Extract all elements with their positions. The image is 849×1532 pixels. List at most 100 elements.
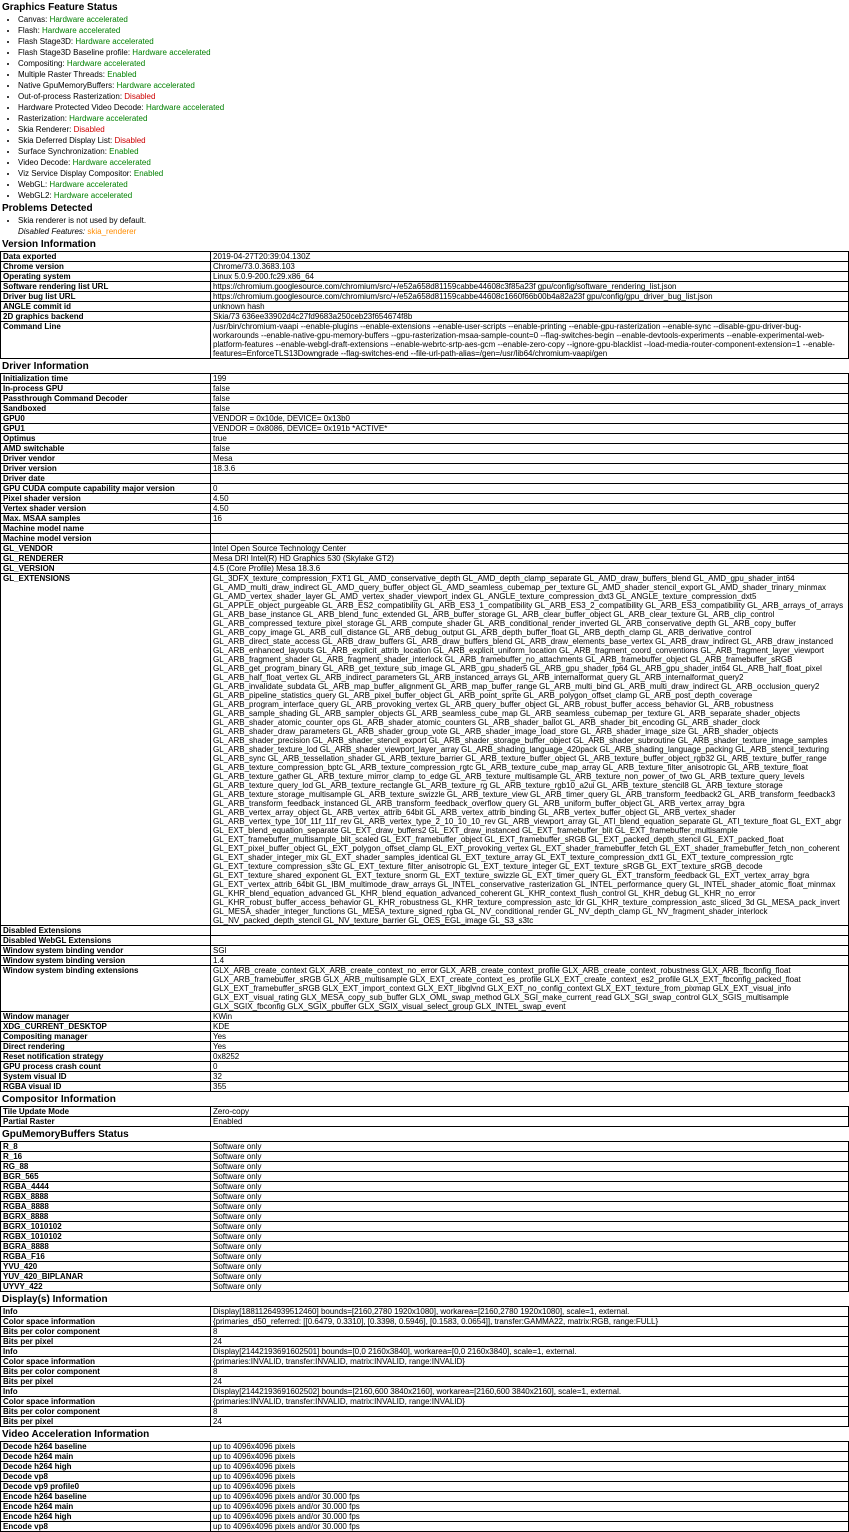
row-key: BGRX_1010102 (1, 1222, 211, 1232)
table-row: R_16Software only (1, 1152, 849, 1162)
row-value: Skia/73 636ee33902d4c27fd9683a250ceb23f6… (211, 312, 849, 322)
table-row: Operating systemLinux 5.0.9-200.fc29.x86… (1, 272, 849, 282)
table-row: In-process GPUfalse (1, 384, 849, 394)
section-graphics-feature-status: Graphics Feature Status (2, 2, 849, 13)
section-gpumemorybuffers-status: GpuMemoryBuffers Status (2, 1129, 849, 1140)
feature-value: Disabled (124, 92, 155, 101)
row-value: https://chromium.googlesource.com/chromi… (211, 292, 849, 302)
row-key: Color space information (1, 1317, 211, 1327)
table-row: Disabled Extensions (1, 926, 849, 936)
feature-item: WebGL: Hardware accelerated (18, 179, 849, 190)
table-row: Passthrough Command Decoderfalse (1, 394, 849, 404)
row-key: RGBA_F16 (1, 1252, 211, 1262)
row-key: Decode vp9 profile0 (1, 1482, 211, 1492)
row-key: BGRX_8888 (1, 1212, 211, 1222)
table-row: RGBA_F16Software only (1, 1252, 849, 1262)
table-row: Direct renderingYes (1, 1042, 849, 1052)
row-value: https://chromium.googlesource.com/chromi… (211, 282, 849, 292)
row-value: 24 (211, 1377, 849, 1387)
row-value: false (211, 404, 849, 414)
table-row: Encode h264 baselineup to 4096x4096 pixe… (1, 1492, 849, 1502)
row-key: Color space information (1, 1397, 211, 1407)
row-value: Software only (211, 1242, 849, 1252)
table-row: Pixel shader version4.50 (1, 494, 849, 504)
table-row: Decode h264 baselineup to 4096x4096 pixe… (1, 1442, 849, 1452)
table-row: Color space information{primaries:INVALI… (1, 1357, 849, 1367)
row-value: false (211, 384, 849, 394)
table-row: ANGLE commit idunknown hash (1, 302, 849, 312)
section-version-information: Version Information (2, 239, 849, 250)
row-value (211, 534, 849, 544)
feature-item: Canvas: Hardware accelerated (18, 14, 849, 25)
feature-value: Hardware accelerated (132, 48, 210, 57)
table-row: Chrome versionChrome/73.0.3683.103 (1, 262, 849, 272)
row-key: Partial Raster (1, 1117, 211, 1127)
row-key: Bits per pixel (1, 1377, 211, 1387)
feature-label: Canvas: (18, 15, 50, 24)
table-row: RGBX_8888Software only (1, 1192, 849, 1202)
table-row: BGRX_8888Software only (1, 1212, 849, 1222)
table-row: Machine model version (1, 534, 849, 544)
table-row: Decode vp8up to 4096x4096 pixels (1, 1472, 849, 1482)
row-value: GLX_ARB_create_context GLX_ARB_create_co… (211, 966, 849, 1012)
row-key: GPU CUDA compute capability major versio… (1, 484, 211, 494)
row-key: Decode h264 high (1, 1462, 211, 1472)
row-value: Display[21442193691602501] bounds=[0,0 2… (211, 1347, 849, 1357)
feature-item: Skia Deferred Display List: Disabled (18, 135, 849, 146)
table-row: InfoDisplay[21442193691602502] bounds=[2… (1, 1387, 849, 1397)
row-key: Command Line (1, 322, 211, 359)
feature-item: Compositing: Hardware accelerated (18, 58, 849, 69)
row-key: Window system binding version (1, 956, 211, 966)
table-row: Bits per pixel24 (1, 1377, 849, 1387)
row-value: up to 4096x4096 pixels (211, 1462, 849, 1472)
row-key: GL_VENDOR (1, 544, 211, 554)
table-row: Bits per color component8 (1, 1327, 849, 1337)
row-key: Disabled WebGL Extensions (1, 936, 211, 946)
table-row: BGR_565Software only (1, 1172, 849, 1182)
table-row: Driver version18.3.6 (1, 464, 849, 474)
section-problems-detected: Problems Detected (2, 203, 849, 214)
row-key: Operating system (1, 272, 211, 282)
table-row: Bits per color component8 (1, 1367, 849, 1377)
row-key: Decode h264 main (1, 1452, 211, 1462)
row-key: RG_88 (1, 1162, 211, 1172)
feature-item: Rasterization: Hardware accelerated (18, 113, 849, 124)
row-key: Vertex shader version (1, 504, 211, 514)
row-value: {primaries:INVALID, transfer:INVALID, ma… (211, 1357, 849, 1367)
row-value: 1.4 (211, 956, 849, 966)
table-row: Encode h264 mainup to 4096x4096 pixels a… (1, 1502, 849, 1512)
problem-item: Skia renderer is not used by default.Dis… (18, 215, 849, 237)
table-row: Bits per pixel24 (1, 1337, 849, 1347)
table-row: Sandboxedfalse (1, 404, 849, 414)
row-key: XDG_CURRENT_DESKTOP (1, 1022, 211, 1032)
row-key: R_16 (1, 1152, 211, 1162)
table-row: GL_EXTENSIONSGL_3DFX_texture_compression… (1, 574, 849, 926)
feature-item: Surface Synchronization: Enabled (18, 146, 849, 157)
table-row: GPU process crash count0 (1, 1062, 849, 1072)
table-row: GL_RENDERERMesa DRI Intel(R) HD Graphics… (1, 554, 849, 564)
table-row: Window managerKWin (1, 1012, 849, 1022)
feature-value: Disabled (114, 136, 145, 145)
table-row: Reset notification strategy0x8252 (1, 1052, 849, 1062)
row-value: 2019-04-27T20:39:04.130Z (211, 252, 849, 262)
table-row: Data exported2019-04-27T20:39:04.130Z (1, 252, 849, 262)
table-row: UYVY_422Software only (1, 1282, 849, 1292)
feature-item: Hardware Protected Video Decode: Hardwar… (18, 102, 849, 113)
row-key: Chrome version (1, 262, 211, 272)
feature-label: Native GpuMemoryBuffers: (18, 81, 117, 90)
row-key: UYVY_422 (1, 1282, 211, 1292)
table-row: RGBX_1010102Software only (1, 1232, 849, 1242)
table-row: Decode h264 mainup to 4096x4096 pixels (1, 1452, 849, 1462)
row-value: up to 4096x4096 pixels and/or 30.000 fps (211, 1522, 849, 1532)
table-row: YVU_420Software only (1, 1262, 849, 1272)
row-value: Enabled (211, 1117, 849, 1127)
row-key: Driver version (1, 464, 211, 474)
table-row: GL_VERSION4.5 (Core Profile) Mesa 18.3.6 (1, 564, 849, 574)
row-value: 8 (211, 1407, 849, 1417)
row-key: Pixel shader version (1, 494, 211, 504)
table-row: Compositing managerYes (1, 1032, 849, 1042)
row-value: Display[21442193691602502] bounds=[2160,… (211, 1387, 849, 1397)
table-row: Encode vp8up to 4096x4096 pixels and/or … (1, 1522, 849, 1532)
row-value: VENDOR = 0x8086, DEVICE= 0x191b *ACTIVE* (211, 424, 849, 434)
row-key: Machine model name (1, 524, 211, 534)
